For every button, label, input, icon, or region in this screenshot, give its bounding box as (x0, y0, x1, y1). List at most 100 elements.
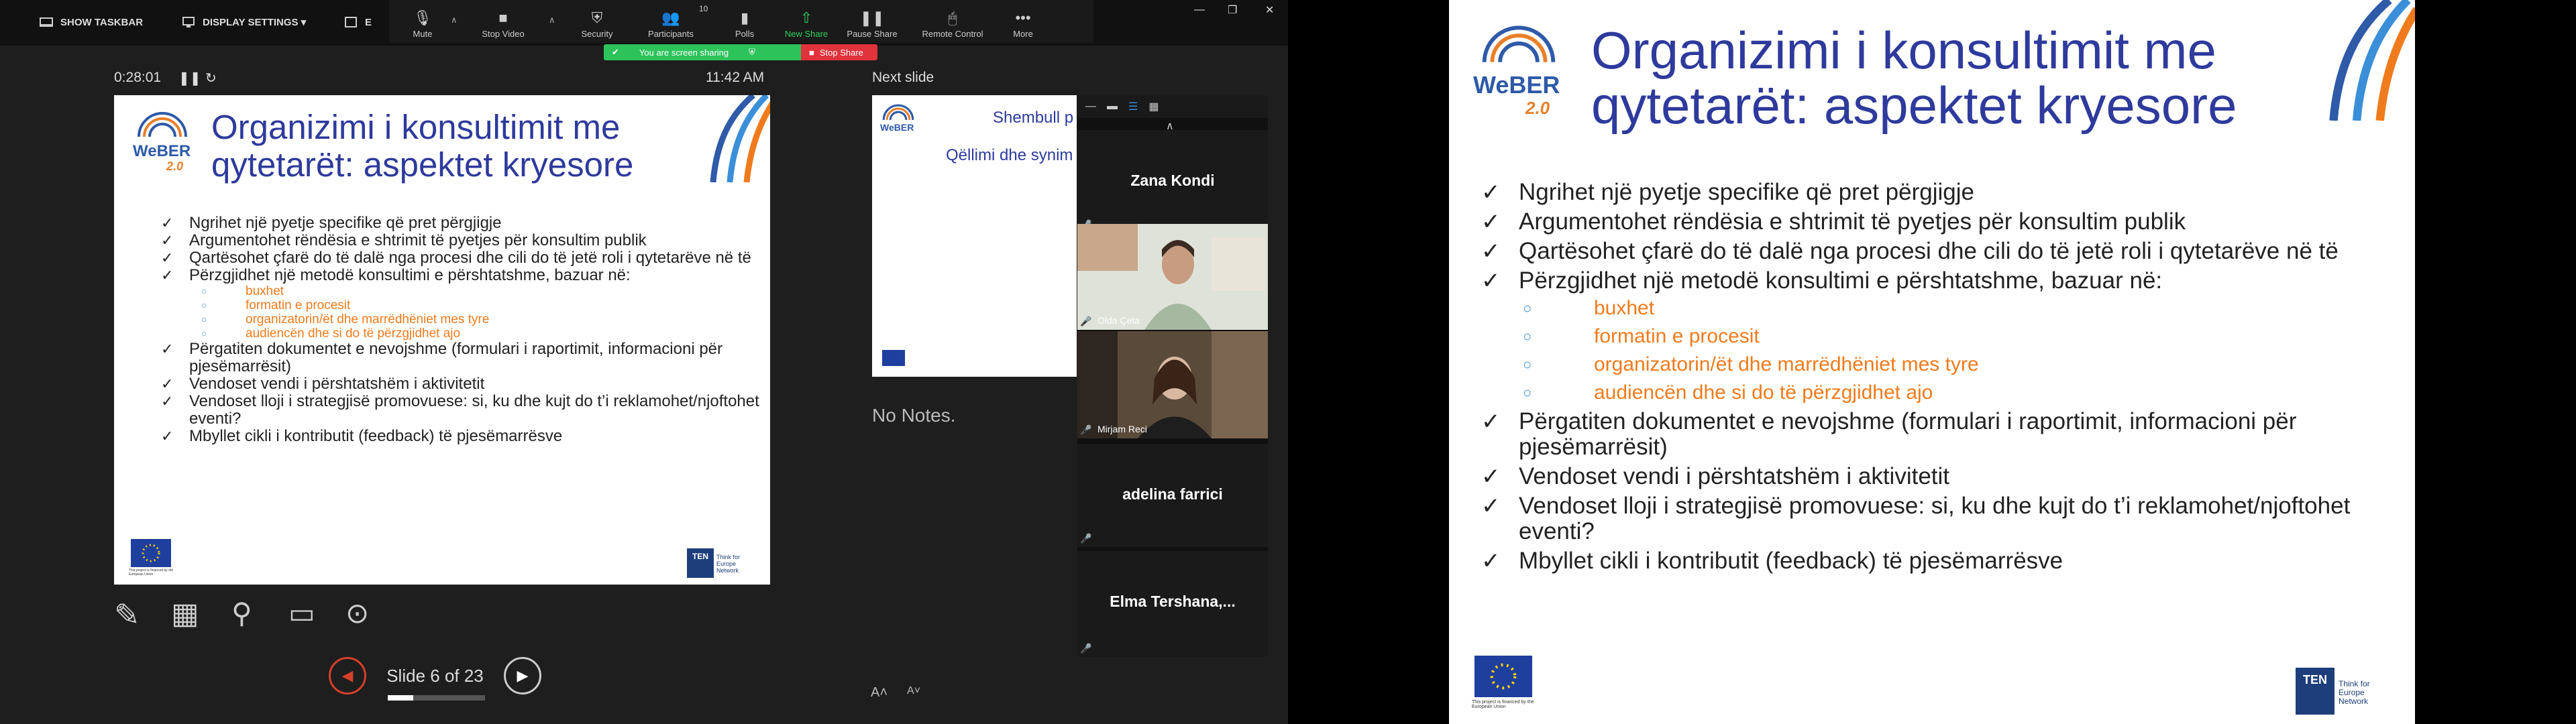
sub-bullet-list: ○ buxhet ○ formatin e procesit ○ organizato… (189, 284, 765, 341)
ten-logo: TEN (2296, 668, 2334, 715)
see-all-slides-icon[interactable]: ▦ (171, 597, 199, 631)
muted-mic-icon: 🎤 (1080, 424, 1092, 435)
muted-mic-icon: 🎤 (1080, 643, 1092, 654)
pause-icon: ❚❚ (859, 9, 885, 26)
sub-bullet-item: ○ organizatorin/ët dhe marrëdhëniet mes t… (1523, 353, 1979, 375)
eu-flag-logo (1474, 656, 1532, 697)
participant-video-tile[interactable]: 🎤 Olda Çeta (1077, 224, 1268, 330)
weber-logo: WeBER 2.0 (1469, 23, 1570, 130)
stop-square-icon: ■ (809, 47, 814, 58)
previous-slide-button[interactable]: ◀ (329, 657, 366, 695)
end-show-button[interactable]: E (343, 15, 372, 29)
pause-timer-button[interactable]: ❚❚ (178, 70, 201, 86)
restart-timer-button[interactable]: ↻ (205, 70, 217, 86)
display-settings-button[interactable]: DISPLAY SETTINGS ▾ (181, 15, 306, 29)
slide-bullet-list: ✓ Ngrihet një pyetje specifike që pret pë… (161, 215, 765, 445)
next-slide-label: Next slide (872, 70, 934, 85)
slide-bullet-list: ✓ Ngrihet një pyetje specifike që pret pë… (1481, 180, 2394, 578)
slide-navigation: ◀ Slide 6 of 23 ▶ (329, 657, 541, 701)
participant-tile[interactable]: Zana Kondi 🎤 (1077, 130, 1268, 233)
strip-view-icon[interactable]: ☰ (1128, 100, 1138, 113)
sub-bullet-item: ○ audiencën dhe si do të përzgjidhet ajo (201, 326, 461, 341)
share-arrow-icon: ⇧ (800, 9, 813, 26)
presenter-view: SHOW TASKBAR DISPLAY SETTINGS ▾ E 🎙 Mute… (0, 0, 1288, 724)
participants-button[interactable]: 👥 Participants (637, 0, 704, 43)
zoom-slide-icon[interactable]: ⚲ (231, 597, 252, 629)
circle-bullet-icon: ○ (1523, 328, 1532, 345)
bullet-item: ✓ Përgatiten dokumentet e nevojshme (form… (1481, 408, 2297, 460)
more-dots-icon: ••• (1015, 9, 1031, 26)
video-options-caret[interactable]: ∧ (549, 15, 555, 25)
polls-button[interactable]: ▮ Polls (711, 0, 778, 43)
screen-share-status: ✔ You are screen sharing ⛨ ■ Stop Share (604, 44, 877, 60)
sub-bullet-item: ○ audiencën dhe si do të përzgjidhet ajo (1523, 381, 1933, 404)
participants-view-controls: — ▬ ☰ ▦ (1077, 95, 1268, 118)
bullet-item: ✓ Përzgjidhet një metodë konsultimi e për… (161, 267, 765, 341)
security-button[interactable]: ⛨ Security (564, 0, 631, 43)
muted-mic-icon: 🎤 (1080, 533, 1092, 544)
next-slide-preview[interactable]: WeBER Shembull p Qëllimi dhe synim (872, 95, 1077, 377)
checkmark-icon: ✓ (161, 341, 174, 357)
weber-logo-small: WeBER (879, 103, 919, 150)
more-options-icon[interactable]: ⊙ (345, 597, 369, 629)
display-settings-icon (182, 17, 195, 27)
bullet-item: ✓ Vendoset vendi i përshtatshëm i aktivit… (161, 375, 485, 393)
bullet-item: ✓ Qartësohet çfarë do të dalë nga procesi… (1481, 238, 2339, 265)
slide-title: Organizimi i konsultimit me qytetarët: a… (1591, 21, 2237, 135)
mute-button[interactable]: 🎙 Mute (389, 0, 456, 43)
bullet-item: ✓ Qartësohet çfarë do të dalë nga procesi… (161, 249, 751, 267)
clock: 11:42 AM (706, 70, 765, 85)
black-screen-icon[interactable]: ▭ (288, 597, 315, 629)
decrease-font-icon[interactable]: A˅ (907, 685, 920, 697)
close-window-button[interactable]: ✕ (1265, 0, 1274, 20)
participant-video-tile[interactable]: 🎤 Mirjam Reci (1077, 331, 1268, 438)
pause-share-button[interactable]: ❚❚ Pause Share (839, 0, 906, 43)
circle-bullet-icon: ○ (1523, 384, 1532, 401)
participant-tile[interactable]: adelina farrici 🎤 (1077, 444, 1268, 547)
share-check-icon: ✔ (612, 47, 619, 57)
checkmark-icon: ✓ (161, 375, 174, 392)
screen-sharing-indicator: ✔ You are screen sharing ⛨ (604, 44, 801, 60)
checkmark-icon: ✓ (1481, 493, 1501, 519)
mute-options-caret[interactable]: ∧ (451, 15, 458, 25)
current-slide: WeBER 2.0 Organizimi i konsultimit me qy… (114, 95, 770, 585)
checkmark-icon: ✓ (1481, 209, 1501, 235)
share-shield-icon: ⛨ (749, 47, 755, 57)
weber-logo: WeBER 2.0 (129, 110, 196, 190)
bullet-item: ✓ Përzgjidhet një metodë konsultimi e për… (1481, 268, 2394, 405)
participant-tile[interactable]: Elma Tershana,... 🎤 (1077, 551, 1268, 657)
minimize-panel-icon[interactable]: — (1085, 101, 1096, 113)
checkmark-icon: ✓ (1481, 239, 1501, 264)
sub-bullet-item: ○ organizatorin/ët dhe marrëdhëniet mes t… (201, 312, 490, 326)
stop-video-button[interactable]: ■ Stop Video (470, 0, 537, 43)
next-slide-button[interactable]: ▶ (504, 657, 541, 695)
checkmark-icon: ✓ (1481, 548, 1501, 574)
bullet-item: ✓ Mbyllet cikli i kontributit (feedback) … (161, 427, 563, 445)
more-button[interactable]: ••• More (1000, 0, 1046, 43)
minimize-button[interactable]: — (1194, 0, 1205, 20)
ten-logo: TEN (687, 548, 714, 578)
stop-share-button[interactable]: ■ Stop Share (801, 44, 877, 60)
sub-bullet-item: ○ buxhet (1523, 297, 1655, 319)
polls-icon: ▮ (740, 9, 749, 26)
projected-slide-screen: WeBER 2.0 Organizimi i konsultimit me qy… (1449, 0, 2415, 724)
show-taskbar-button[interactable]: SHOW TASKBAR (39, 15, 143, 29)
circle-bullet-icon: ○ (201, 328, 207, 339)
bullet-item: ✓ Ngrihet një pyetje specifike që pret pë… (1481, 179, 1974, 206)
circle-bullet-icon: ○ (1523, 356, 1532, 373)
new-share-button[interactable]: ⇧ New Share (773, 0, 840, 43)
checkmark-icon: ✓ (161, 267, 174, 284)
pen-tool-icon[interactable]: ✎ (114, 597, 140, 633)
bullet-item: ✓ Përgatiten dokumentet e nevojshme (form… (161, 340, 723, 375)
elapsed-timer: 0:28:01 (114, 70, 162, 85)
restore-button[interactable]: ❐ (1228, 0, 1237, 20)
checkmark-icon: ✓ (1481, 464, 1501, 489)
bullet-item: ✓ Ngrihet një pyetje specifike që pret pë… (161, 214, 502, 232)
monitor-gap (1288, 0, 1449, 724)
speaker-view-icon[interactable]: ▬ (1107, 101, 1118, 113)
increase-font-icon[interactable]: A˄ (871, 685, 888, 701)
gallery-view-icon[interactable]: ▦ (1148, 100, 1159, 113)
remote-control-button[interactable]: 🖱 Remote Control (912, 0, 993, 43)
eu-funding-text: This project is financed by the European… (129, 568, 174, 577)
checkmark-icon: ✓ (161, 215, 174, 231)
